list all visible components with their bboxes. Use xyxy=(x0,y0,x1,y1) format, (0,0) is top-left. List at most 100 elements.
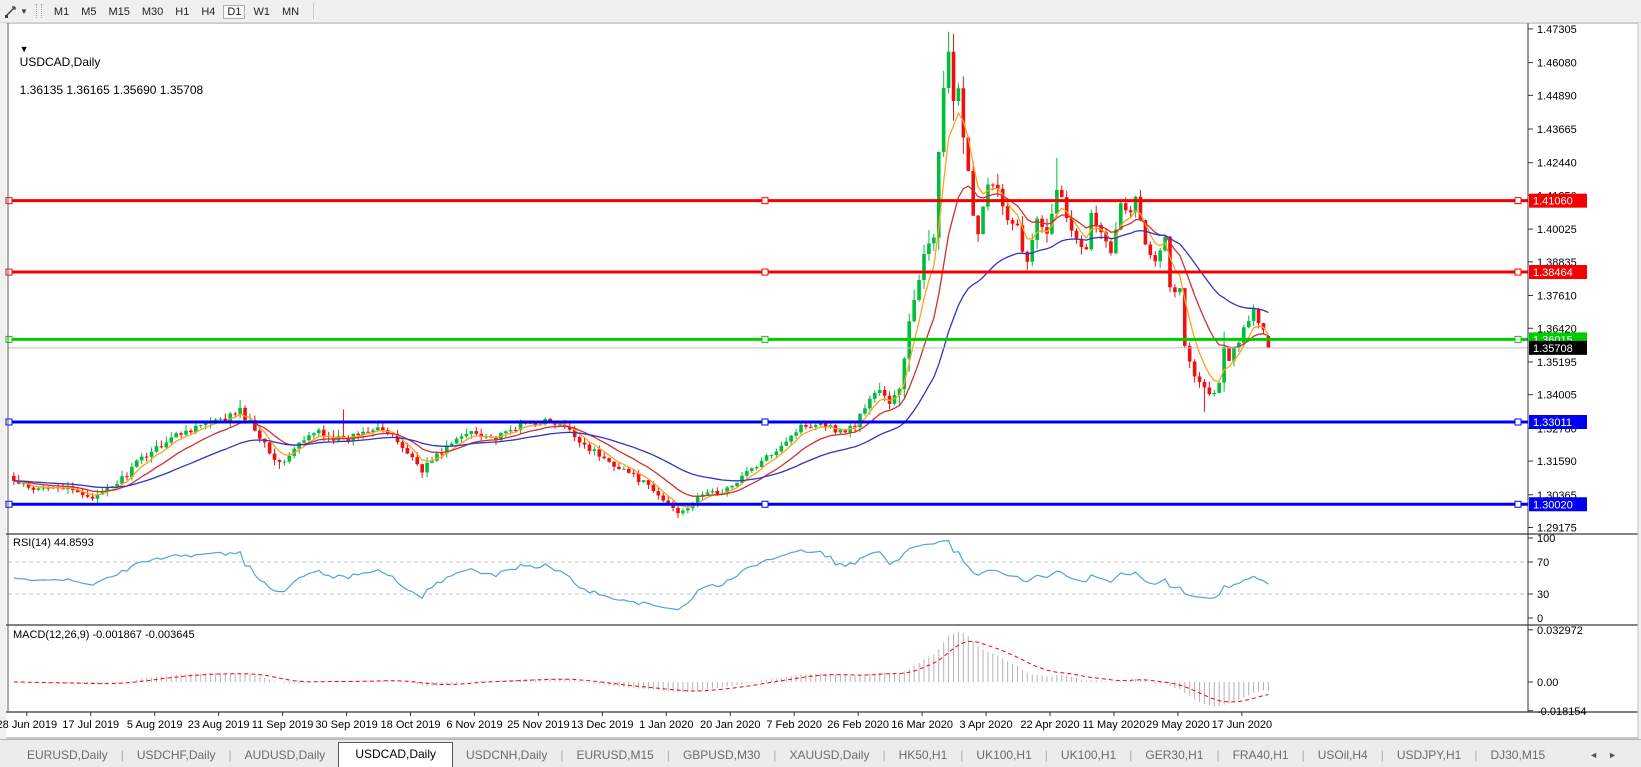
svg-text:7 Feb 2020: 7 Feb 2020 xyxy=(766,719,822,731)
price-chart-canvas[interactable]: 1.473051.460801.448901.436651.424401.412… xyxy=(0,0,1641,739)
tab-scroll-arrows: ◄► xyxy=(1589,749,1627,767)
svg-text:1.47305: 1.47305 xyxy=(1537,24,1577,36)
toolbar-grip[interactable] xyxy=(36,4,42,18)
chart-tab-xauusd-daily[interactable]: XAUUSD,Daily xyxy=(776,744,882,767)
svg-text:1.35708: 1.35708 xyxy=(1533,343,1573,355)
svg-text:30 Sep 2019: 30 Sep 2019 xyxy=(315,719,377,731)
svg-text:6 Nov 2019: 6 Nov 2019 xyxy=(446,719,502,731)
svg-text:1.41060: 1.41060 xyxy=(1533,196,1573,208)
svg-text:-0.018154: -0.018154 xyxy=(1537,706,1587,718)
chart-title: ▼ USDCAD,Daily 1.36135 1.36165 1.35690 1… xyxy=(13,27,203,97)
chart-tab-ger30-h1[interactable]: GER30,H1 xyxy=(1132,744,1216,767)
svg-text:20 Jan 2020: 20 Jan 2020 xyxy=(700,719,761,731)
line-drag-handle[interactable] xyxy=(6,419,12,425)
line-drag-handle[interactable] xyxy=(6,269,12,275)
chart-tab-hk50-h1[interactable]: HK50,H1 xyxy=(886,744,961,767)
chart-tab-dj30-m15[interactable]: DJ30,M15 xyxy=(1477,744,1558,767)
svg-text:26 Feb 2020: 26 Feb 2020 xyxy=(827,719,889,731)
chart-tab-uk100-h1[interactable]: UK100,H1 xyxy=(963,744,1044,767)
svg-text:13 Dec 2019: 13 Dec 2019 xyxy=(571,719,633,731)
svg-text:5 Aug 2019: 5 Aug 2019 xyxy=(127,719,183,731)
svg-text:1.31590: 1.31590 xyxy=(1537,456,1577,468)
line-price-label-1.41060: 1.41060 xyxy=(1529,194,1587,208)
svg-text:70: 70 xyxy=(1537,557,1549,569)
timeframe-button-d1[interactable]: D1 xyxy=(223,5,245,19)
line-drag-handle[interactable] xyxy=(1515,419,1521,425)
svg-text:11 May 2020: 11 May 2020 xyxy=(1083,719,1146,731)
svg-text:0.032972: 0.032972 xyxy=(1537,625,1583,637)
line-drag-handle[interactable] xyxy=(762,198,768,204)
svg-text:16 Mar 2020: 16 Mar 2020 xyxy=(891,719,953,731)
svg-text:28 Jun 2019: 28 Jun 2019 xyxy=(0,719,57,731)
chart-ohlc-values: 1.36135 1.36165 1.35690 1.35708 xyxy=(20,83,204,97)
svg-text:1.38464: 1.38464 xyxy=(1533,267,1573,279)
timeframe-button-h4[interactable]: H4 xyxy=(197,5,219,19)
svg-text:1.44890: 1.44890 xyxy=(1537,90,1577,102)
svg-text:1.30020: 1.30020 xyxy=(1533,499,1573,511)
timeframe-button-m30[interactable]: M30 xyxy=(138,5,167,19)
svg-text:22 Apr 2020: 22 Apr 2020 xyxy=(1020,719,1079,731)
line-drag-handle[interactable] xyxy=(762,336,768,342)
line-price-label-1.33011: 1.33011 xyxy=(1529,415,1587,429)
svg-text:25 Nov 2019: 25 Nov 2019 xyxy=(507,719,569,731)
chart-tab-usdcnh-daily[interactable]: USDCNH,Daily xyxy=(453,744,560,767)
line-drag-handle[interactable] xyxy=(1515,198,1521,204)
macd-indicator-label: MACD(12,26,9) -0.001867 -0.003645 xyxy=(13,629,195,641)
line-drag-handle[interactable] xyxy=(762,501,768,507)
svg-text:0.00: 0.00 xyxy=(1537,677,1558,689)
svg-text:1.33011: 1.33011 xyxy=(1533,417,1572,429)
chart-tab-fra40-h1[interactable]: FRA40,H1 xyxy=(1220,744,1302,767)
svg-text:1.35195: 1.35195 xyxy=(1537,357,1577,369)
timeframe-button-m15[interactable]: M15 xyxy=(104,5,133,19)
timeframe-button-m1[interactable]: M1 xyxy=(50,5,73,19)
rsi-current-value: 44.8593 xyxy=(54,537,94,549)
svg-text:23 Aug 2019: 23 Aug 2019 xyxy=(188,719,250,731)
chart-tab-eurusd-daily[interactable]: EURUSD,Daily xyxy=(14,744,121,767)
svg-text:3 Apr 2020: 3 Apr 2020 xyxy=(959,719,1012,731)
macd-current-values: -0.001867 -0.003645 xyxy=(92,629,194,641)
cursor-tool-icon[interactable] xyxy=(2,3,20,19)
chart-symbol-label: USDCAD,Daily xyxy=(20,55,101,69)
svg-text:11 Sep 2019: 11 Sep 2019 xyxy=(252,719,314,731)
svg-text:0: 0 xyxy=(1537,613,1543,625)
dropdown-caret-icon[interactable]: ▼ xyxy=(20,7,28,16)
svg-text:1.46080: 1.46080 xyxy=(1537,58,1577,70)
rsi-indicator-label: RSI(14) 44.8593 xyxy=(13,537,94,549)
line-drag-handle[interactable] xyxy=(1515,336,1521,342)
svg-text:30: 30 xyxy=(1537,589,1549,601)
chart-tab-usdcad-daily-active[interactable]: USDCAD,Daily xyxy=(338,742,453,767)
chart-tab-uk100-h1[interactable]: UK100,H1 xyxy=(1048,744,1129,767)
timeframe-button-h1[interactable]: H1 xyxy=(171,5,193,19)
line-drag-handle[interactable] xyxy=(6,501,12,507)
chart-tab-audusd-daily[interactable]: AUDUSD,Daily xyxy=(232,744,339,767)
chart-tab-gbpusd-m30[interactable]: GBPUSD,M30 xyxy=(670,744,773,767)
line-drag-handle[interactable] xyxy=(762,419,768,425)
timeframe-button-group: M1 M5 M15 M30 H1 H4 D1 W1 MN xyxy=(48,2,305,21)
chart-tab-eurusd-m15[interactable]: EURUSD,M15 xyxy=(563,744,666,767)
svg-text:17 Jun 2020: 17 Jun 2020 xyxy=(1212,719,1273,731)
timeframe-button-w1[interactable]: W1 xyxy=(249,5,274,19)
tab-scroll-right-icon[interactable]: ► xyxy=(1608,750,1627,760)
line-drag-handle[interactable] xyxy=(1515,269,1521,275)
svg-text:1 Jan 2020: 1 Jan 2020 xyxy=(639,719,693,731)
timeframe-button-mn[interactable]: MN xyxy=(278,5,303,19)
tab-scroll-left-icon[interactable]: ◄ xyxy=(1589,750,1608,760)
line-drag-handle[interactable] xyxy=(762,269,768,275)
line-price-label-1.38464: 1.38464 xyxy=(1529,265,1587,279)
svg-text:18 Oct 2019: 18 Oct 2019 xyxy=(381,719,441,731)
svg-text:29 May 2020: 29 May 2020 xyxy=(1146,719,1210,731)
current-price-label: 1.35708 xyxy=(1529,341,1587,355)
chart-tab-bar: EURUSD,Daily|USDCHF,Daily|AUDUSD,DailyUS… xyxy=(0,739,1641,767)
svg-text:1.37610: 1.37610 xyxy=(1537,291,1577,303)
line-drag-handle[interactable] xyxy=(6,198,12,204)
chart-tab-usdchf-daily[interactable]: USDCHF,Daily xyxy=(124,744,229,767)
line-drag-handle[interactable] xyxy=(1515,501,1521,507)
timeframe-button-m5[interactable]: M5 xyxy=(77,5,100,19)
line-price-label-1.30020: 1.30020 xyxy=(1529,497,1587,511)
svg-text:100: 100 xyxy=(1537,533,1555,545)
chart-tab-usoil-h4[interactable]: USOil,H4 xyxy=(1305,744,1381,767)
line-drag-handle[interactable] xyxy=(6,336,12,342)
collapse-triangle-icon[interactable]: ▼ xyxy=(20,44,29,54)
svg-text:17 Jul 2019: 17 Jul 2019 xyxy=(62,719,119,731)
chart-tab-usdjpy-h1[interactable]: USDJPY,H1 xyxy=(1384,744,1474,767)
